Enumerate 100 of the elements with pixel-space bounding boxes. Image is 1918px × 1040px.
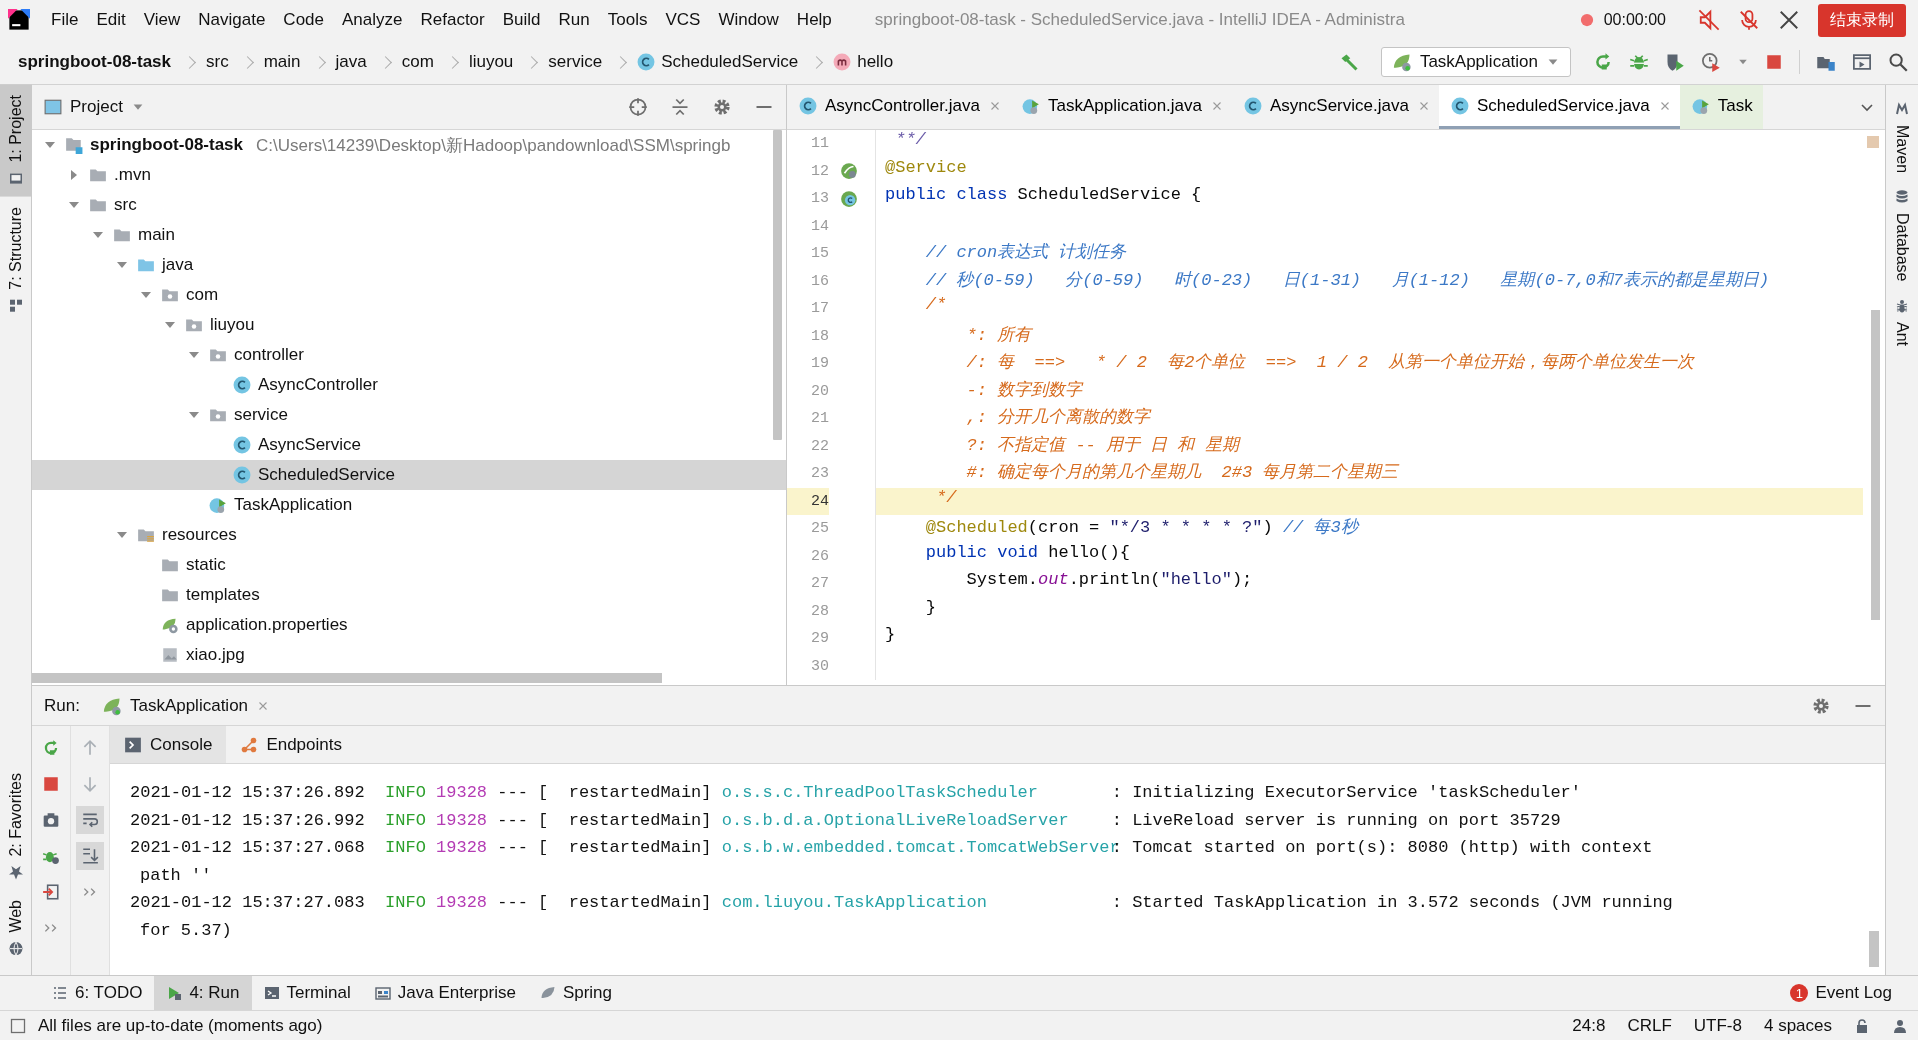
tree-item[interactable]: main — [32, 220, 786, 250]
editor-tab[interactable]: ScheduledService.java — [1438, 85, 1680, 129]
tree-item[interactable]: liuyou — [32, 310, 786, 340]
tree-item[interactable]: templates — [32, 580, 786, 610]
microphone-muted-icon[interactable] — [1738, 9, 1760, 31]
breadcrumb[interactable]: main — [263, 52, 336, 72]
tree-item[interactable]: ScheduledService — [32, 460, 786, 490]
editor-tab[interactable]: AsyncService.java — [1232, 85, 1439, 129]
tree-item[interactable]: .mvn — [32, 160, 786, 190]
tool-window-tab[interactable]: Web — [0, 890, 32, 967]
tool-window-tab[interactable]: 1: Project — [0, 85, 32, 197]
arrow-up-icon[interactable] — [81, 739, 99, 757]
tree-item[interactable]: TaskApplication — [32, 490, 786, 520]
menu-item[interactable]: Edit — [87, 5, 135, 35]
tool-window-tab[interactable]: Database — [1886, 181, 1918, 290]
panel-toggle-icon[interactable] — [10, 1017, 26, 1034]
breadcrumb[interactable]: ScheduledService — [637, 52, 834, 72]
run-configuration-dropdown[interactable]: TaskApplication — [1380, 47, 1571, 77]
bean-class-icon[interactable] — [840, 189, 858, 208]
coverage-icon[interactable] — [1665, 52, 1685, 72]
tree-item[interactable]: resources — [32, 520, 786, 550]
tool-window-button[interactable]: 6: TODO — [40, 976, 155, 1010]
breadcrumb[interactable]: com — [401, 52, 469, 72]
menu-item[interactable]: Analyze — [333, 5, 412, 35]
settings-icon[interactable] — [712, 97, 732, 117]
scrollbar[interactable] — [1869, 931, 1879, 967]
arrow-down-icon[interactable] — [81, 775, 99, 793]
tree-item[interactable]: controller — [32, 340, 786, 370]
stop-icon[interactable] — [42, 775, 60, 793]
tool-window-tab[interactable]: Ant — [1886, 289, 1918, 354]
breadcrumb[interactable]: src — [206, 52, 264, 72]
soft-wrap-icon[interactable] — [81, 811, 99, 829]
tree-item[interactable]: static — [32, 550, 786, 580]
run-window-icon[interactable] — [1852, 52, 1872, 72]
menu-item[interactable]: Tools — [598, 5, 657, 35]
maven-icon — [1894, 101, 1910, 117]
console-tab[interactable]: Console — [110, 726, 227, 763]
exit-icon[interactable] — [42, 883, 60, 901]
project-view-dropdown[interactable]: Project — [44, 97, 145, 117]
camera-icon[interactable] — [42, 811, 60, 829]
person-icon[interactable] — [1892, 1017, 1908, 1034]
tool-window-button[interactable]: 4: Run — [154, 976, 252, 1010]
tool-window-button[interactable]: Java Enterprise — [362, 976, 528, 1010]
scrollbar[interactable] — [773, 130, 782, 440]
tree-item[interactable]: src — [32, 190, 786, 220]
breadcrumb[interactable]: hello — [833, 52, 894, 72]
breadcrumb[interactable]: liuyou — [468, 52, 549, 72]
speaker-muted-icon[interactable] — [1698, 9, 1720, 31]
bean-icon[interactable] — [840, 162, 858, 181]
debug-icon[interactable] — [1629, 52, 1649, 72]
breadcrumb[interactable]: springboot-08-task — [18, 52, 207, 72]
tool-window-button[interactable]: Terminal — [251, 976, 363, 1010]
file-encoding[interactable]: UTF-8 — [1693, 1015, 1742, 1036]
rerun-icon[interactable] — [1593, 52, 1613, 72]
breadcrumb[interactable]: java — [335, 52, 402, 72]
tree-item[interactable]: com — [32, 280, 786, 310]
tree-item[interactable]: application.properties — [32, 610, 786, 640]
tree-item[interactable]: springboot-08-task C:\Users\14239\Desktop\新Hadoop\pandownload\SSM\springb — [32, 130, 786, 160]
tool-window-tab[interactable]: 7: Structure — [0, 196, 32, 324]
event-log-button[interactable]: 1 Event Log — [1778, 976, 1904, 1010]
tool-window-button[interactable]: Spring — [527, 976, 624, 1010]
tool-window-tab[interactable]: 2: Favorites — [0, 762, 32, 891]
tree-item[interactable]: AsyncService — [32, 430, 786, 460]
profiler-icon[interactable] — [1701, 52, 1721, 72]
scrollbar[interactable] — [1871, 310, 1880, 620]
run-tab[interactable]: TaskApplication — [93, 686, 279, 725]
tree-item[interactable]: xiao.jpg — [32, 640, 786, 670]
collapse-all-icon[interactable] — [670, 97, 690, 117]
menu-item[interactable]: File — [42, 5, 88, 35]
menu-item[interactable]: View — [134, 5, 190, 35]
menu-item[interactable]: Build — [493, 5, 550, 35]
tool-window-tab[interactable]: Maven — [1886, 93, 1918, 182]
breadcrumb[interactable]: service — [548, 52, 638, 72]
line-separator[interactable]: CRLF — [1627, 1015, 1672, 1036]
stop-icon[interactable] — [1765, 53, 1783, 71]
leaf-settings-icon — [161, 616, 179, 634]
tree-item[interactable]: AsyncController — [32, 370, 786, 400]
locate-icon[interactable] — [628, 97, 648, 117]
scrollbar[interactable] — [32, 673, 662, 683]
close-icon[interactable] — [1778, 9, 1800, 31]
menu-item[interactable]: Run — [549, 5, 599, 35]
menu-item[interactable]: Navigate — [189, 5, 275, 35]
console-tab[interactable]: Endpoints — [226, 726, 356, 763]
rerun-icon[interactable] — [42, 739, 60, 757]
menu-item[interactable]: Help — [787, 5, 841, 35]
editor-tab[interactable]: TaskApplication.java — [1009, 85, 1232, 129]
menu-item[interactable]: Refactor — [411, 5, 494, 35]
editor-tab[interactable]: AsyncController.java — [787, 85, 1010, 129]
menu-item[interactable]: Code — [274, 5, 333, 35]
menu-item[interactable]: VCS — [656, 5, 710, 35]
tree-item[interactable]: java — [32, 250, 786, 280]
indent-setting[interactable]: 4 spaces — [1763, 1015, 1832, 1036]
editor-tab[interactable]: Task — [1679, 85, 1763, 129]
menu-item[interactable]: Window — [709, 5, 788, 35]
tree-item[interactable]: service — [32, 400, 786, 430]
lock-icon[interactable] — [1854, 1017, 1870, 1034]
scroll-to-end-icon[interactable] — [81, 847, 99, 865]
search-icon[interactable] — [1888, 52, 1908, 72]
caret-position[interactable]: 24:8 — [1572, 1015, 1606, 1036]
stop-recording-button[interactable]: 结束录制 — [1818, 3, 1906, 37]
